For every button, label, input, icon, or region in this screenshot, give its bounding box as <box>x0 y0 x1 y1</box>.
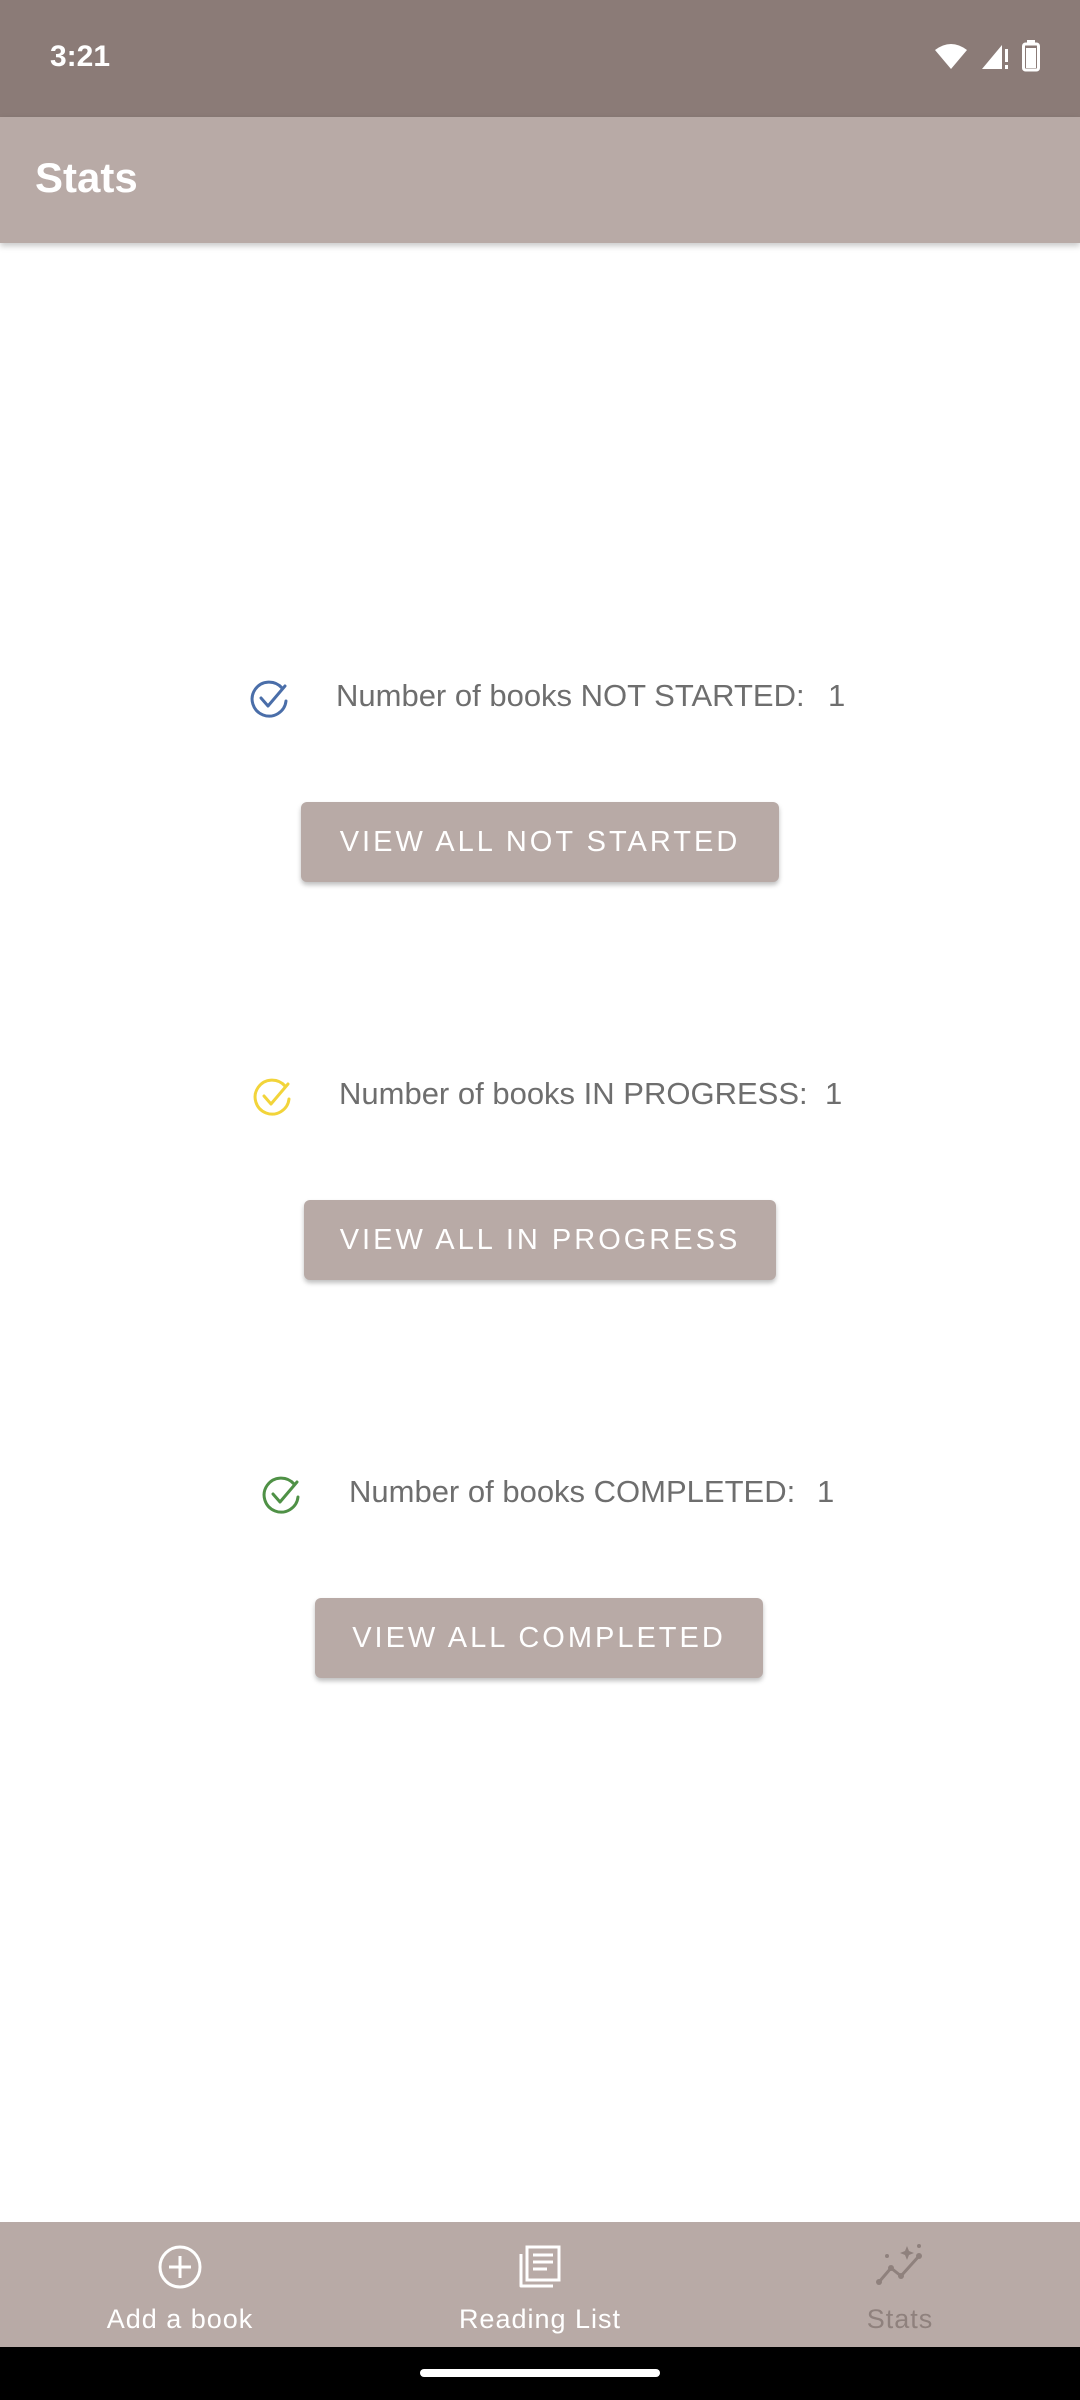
status-icons <box>934 40 1040 72</box>
page-title: Stats <box>35 154 138 201</box>
nav-label-stats: Stats <box>866 2304 934 2334</box>
stat-count: 1 <box>828 678 846 713</box>
stat-label: Number of books IN PROGRESS: <box>339 1076 808 1111</box>
bottom-navigation: Add a book Reading List Stats <box>0 2222 1080 2347</box>
add-circle-icon <box>158 2245 202 2289</box>
signal-icon <box>982 45 1008 69</box>
view-all-not-started-button[interactable]: VIEW ALL NOT STARTED <box>301 802 779 882</box>
nav-label-add-book: Add a book <box>106 2304 254 2334</box>
view-all-in-progress-button[interactable]: VIEW ALL IN PROGRESS <box>304 1200 776 1280</box>
wifi-icon <box>935 44 967 69</box>
home-gesture-handle[interactable] <box>420 2369 660 2377</box>
status-time: 3:21 <box>50 40 111 73</box>
nav-label-reading-list: Reading List <box>458 2304 622 2334</box>
stat-label: Number of books COMPLETED: <box>349 1474 796 1509</box>
check-circle-icon <box>262 1476 300 1514</box>
view-all-completed-button[interactable]: VIEW ALL COMPLETED <box>315 1598 763 1678</box>
stat-in-progress: Number of books IN PROGRESS: 1 <box>0 1060 1080 1130</box>
nav-item-stats[interactable]: Stats <box>720 2222 1080 2347</box>
stats-icon <box>876 2244 922 2285</box>
check-circle-icon <box>253 1078 291 1116</box>
reading-list-icon <box>519 2245 561 2288</box>
status-bar: 3:21 <box>0 0 1080 117</box>
stat-completed: Number of books COMPLETED: 1 <box>0 1458 1080 1528</box>
app-bar: Stats <box>0 117 1080 243</box>
stat-label: Number of books NOT STARTED: <box>336 678 805 713</box>
stat-count: 1 <box>825 1076 843 1111</box>
nav-item-reading-list[interactable]: Reading List <box>360 2222 720 2347</box>
stat-count: 1 <box>817 1474 835 1509</box>
stat-not-started: Number of books NOT STARTED: 1 <box>0 662 1080 732</box>
battery-icon <box>1022 40 1040 72</box>
nav-item-add-book[interactable]: Add a book <box>0 2222 360 2347</box>
gesture-navigation-area <box>0 2347 1080 2400</box>
check-circle-icon <box>250 680 288 718</box>
